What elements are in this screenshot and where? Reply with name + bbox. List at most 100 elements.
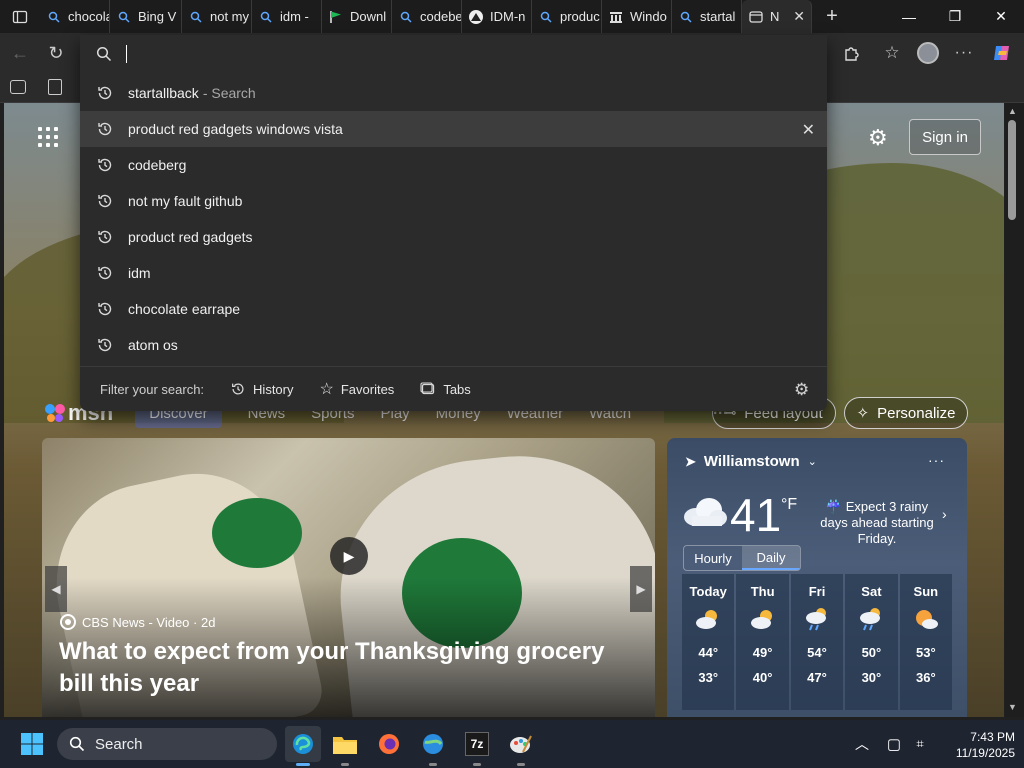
search-settings-gear-icon[interactable]: ⚙	[794, 380, 809, 400]
tray-network-sound-button[interactable]: ⌗	[904, 728, 936, 760]
search-icon	[258, 9, 274, 25]
forecast-day[interactable]: Today 44° 33°	[682, 574, 735, 710]
play-video-button[interactable]: ▶	[330, 537, 368, 575]
search-icon	[538, 9, 554, 25]
taskbar-file-explorer[interactable]	[329, 728, 361, 760]
back-button[interactable]: ←	[4, 37, 36, 69]
daily-tab[interactable]: Daily	[742, 546, 800, 570]
import-favorites-icon[interactable]	[48, 79, 62, 95]
hero-next-button[interactable]: ▶	[630, 566, 652, 612]
chevron-right-icon[interactable]: ›	[942, 506, 947, 522]
tab-download[interactable]: Downl	[322, 0, 392, 33]
weather-more-button[interactable]: ···	[928, 452, 945, 468]
hero-prev-button[interactable]: ◀	[45, 566, 67, 612]
app-launcher-icon[interactable]	[38, 127, 58, 147]
restore-icon: ❐	[948, 8, 962, 24]
tab-windows[interactable]: Windo	[602, 0, 672, 33]
personalize-button[interactable]: ✧ Personalize	[844, 397, 968, 429]
sign-in-button[interactable]: Sign in	[909, 119, 981, 155]
taskbar-7zip[interactable]: 7z	[461, 728, 493, 760]
tab-idm[interactable]: idm -	[252, 0, 322, 33]
settings-more-button[interactable]: ···	[948, 37, 980, 69]
taskbar-paint[interactable]	[505, 728, 537, 760]
suggestion-item-highlighted[interactable]: product red gadgets windows vista ✕	[80, 111, 827, 147]
refresh-button[interactable]: ↻	[40, 37, 72, 69]
close-window-button[interactable]: ✕	[978, 0, 1024, 33]
taskbar-firefox[interactable]	[373, 728, 405, 760]
globe-app-icon	[423, 734, 443, 754]
forecast-low: 33°	[698, 670, 719, 685]
show-hidden-icons-button[interactable]: ︿	[846, 728, 878, 760]
collections-icon[interactable]	[10, 80, 26, 94]
running-indicator	[473, 763, 481, 766]
tab-new-tab-active[interactable]: N ✕	[742, 0, 812, 33]
tab-chocola[interactable]: chocola	[40, 0, 110, 33]
weather-alert[interactable]: ☔ Expect 3 rainy days ahead starting Fri…	[812, 499, 942, 547]
rain-icon	[803, 599, 831, 639]
suggestion-item[interactable]: codeberg	[80, 147, 827, 183]
page-settings-icon[interactable]: ⚙	[868, 125, 894, 151]
hero-source: CBS News - Video · 2d	[60, 614, 215, 630]
windows-logo-icon	[21, 733, 43, 755]
suggestion-item[interactable]: chocolate earrape	[80, 291, 827, 327]
partly-cloudy-icon	[749, 599, 777, 639]
forecast-high: 44°	[698, 645, 719, 660]
extensions-button[interactable]	[836, 37, 868, 69]
scroll-up-icon[interactable]: ▲	[1008, 106, 1017, 116]
restore-button[interactable]: ❐	[932, 0, 978, 33]
chevron-left-icon: ◀	[51, 582, 61, 596]
hero-headline[interactable]: What to expect from your Thanksgiving gr…	[59, 636, 639, 700]
taskbar-app-globe[interactable]	[417, 728, 449, 760]
tab-startallback[interactable]: startal	[672, 0, 742, 33]
avatar	[917, 42, 939, 64]
refresh-icon: ↻	[48, 42, 64, 63]
tab-idm-github[interactable]: IDM-n	[462, 0, 532, 33]
copilot-button[interactable]	[986, 37, 1018, 69]
scroll-down-icon[interactable]: ▼	[1008, 702, 1017, 712]
suggestion-query: startallback	[128, 85, 199, 101]
tab-bing[interactable]: Bing V	[110, 0, 182, 33]
taskbar-search[interactable]: Search	[57, 728, 277, 760]
search-icon	[398, 9, 414, 25]
network-icon: ⌗	[916, 736, 924, 751]
suggestion-item[interactable]: not my fault github	[80, 183, 827, 219]
suggestion-item[interactable]: idm	[80, 255, 827, 291]
minimize-button[interactable]: —	[886, 0, 932, 33]
forecast-day[interactable]: Sun 53° 36°	[899, 574, 953, 710]
temperature-unit[interactable]: °F	[781, 496, 797, 514]
suggestion-item[interactable]: atom os	[80, 327, 827, 363]
filter-favorites-button[interactable]: ☆ Favorites	[320, 379, 395, 399]
msn-butterfly-icon	[45, 404, 65, 422]
tab-codeberg[interactable]: codebe	[392, 0, 462, 33]
favorites-button[interactable]: ☆	[876, 37, 908, 69]
plus-icon: +	[826, 5, 838, 27]
weather-location[interactable]: ➤ Williamstown ⌄	[685, 453, 817, 470]
forecast-toggle: Hourly Daily	[683, 545, 801, 571]
hourly-tab[interactable]: Hourly	[684, 546, 742, 570]
system-clock[interactable]: 7:43 PM 11/19/2025	[955, 729, 1015, 761]
scrollbar-thumb[interactable]	[1008, 120, 1016, 220]
forecast-day[interactable]: Thu 49° 40°	[736, 574, 789, 710]
firefox-icon	[379, 734, 399, 754]
taskbar-edge[interactable]	[285, 726, 321, 762]
close-tab-icon[interactable]: ✕	[793, 8, 805, 25]
tab-product[interactable]: produc	[532, 0, 602, 33]
suggestion-item[interactable]: startallback - Search	[80, 75, 827, 111]
filter-history-button[interactable]: History	[230, 381, 294, 397]
filter-tabs-button[interactable]: Tabs	[420, 381, 471, 397]
profile-button[interactable]	[912, 37, 944, 69]
start-button[interactable]	[16, 728, 48, 760]
suggestion-item[interactable]: product red gadgets	[80, 219, 827, 255]
address-bar[interactable]	[96, 40, 796, 68]
new-tab-button[interactable]: +	[812, 0, 852, 33]
tab-not-my[interactable]: not my	[182, 0, 252, 33]
forecast-day[interactable]: Sat 50° 30°	[845, 574, 898, 710]
forecast-day[interactable]: Fri 54° 47°	[790, 574, 844, 710]
tab-actions-button[interactable]	[0, 0, 40, 33]
weather-location-name: Williamstown	[703, 453, 800, 470]
remove-suggestion-icon[interactable]: ✕	[802, 120, 815, 140]
suggestion-query: product red gadgets	[128, 229, 253, 245]
suggestion-list: startallback - Search product red gadgets…	[80, 75, 827, 363]
suggestion-query: atom os	[128, 337, 178, 353]
filter-tabs-label: Tabs	[443, 381, 471, 397]
